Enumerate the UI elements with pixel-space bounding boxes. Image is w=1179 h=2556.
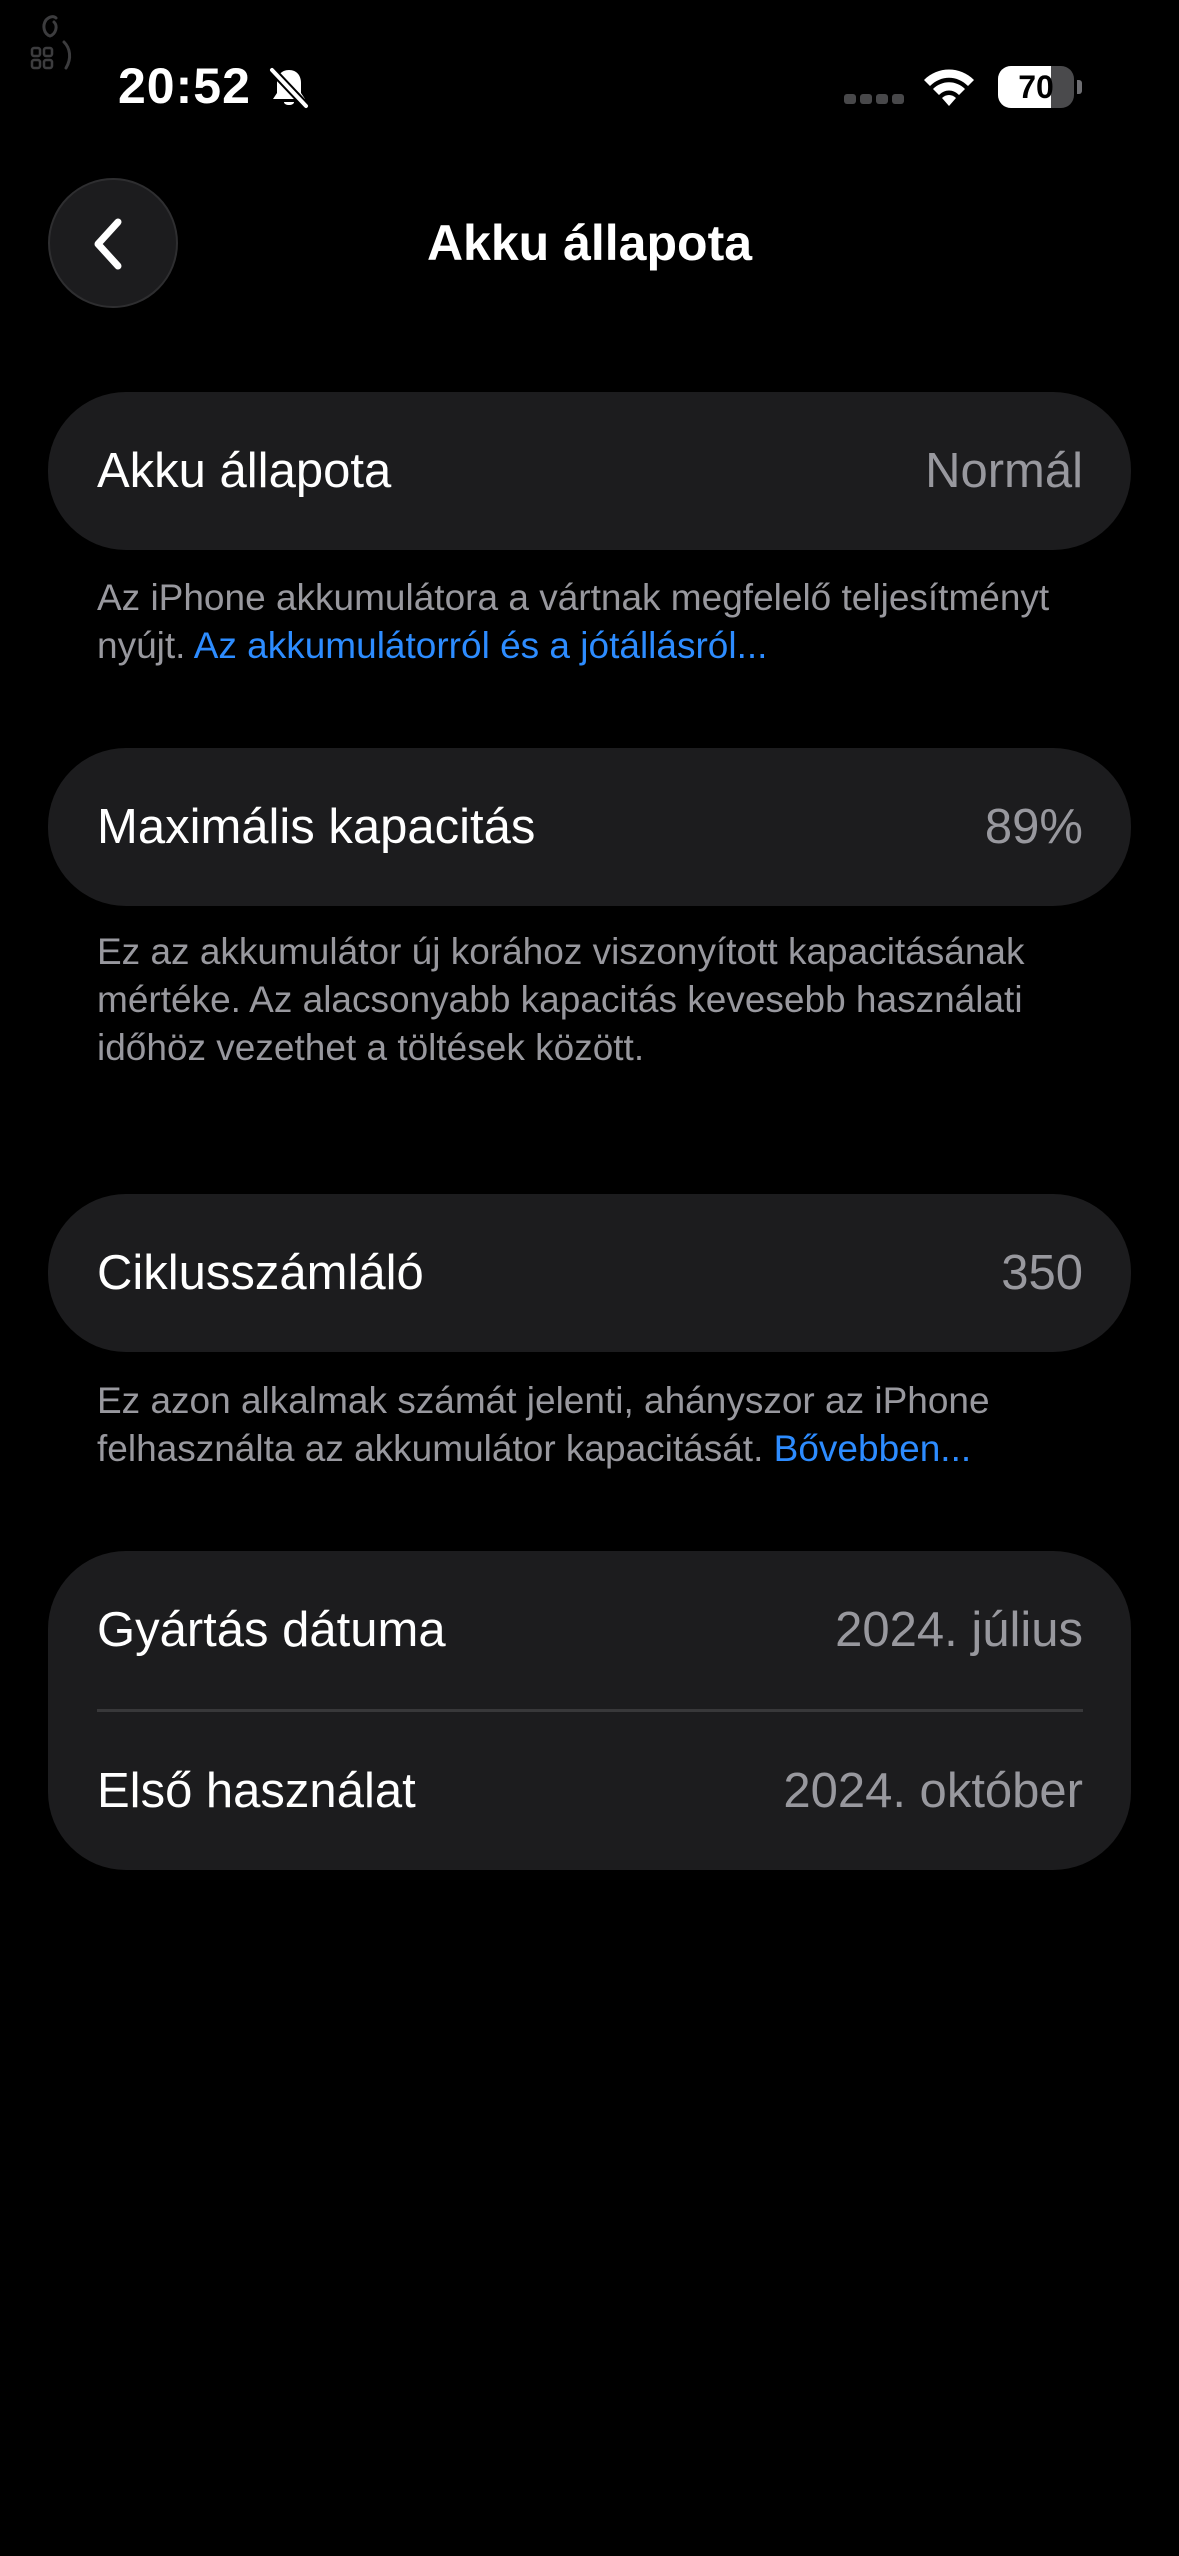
battery-icon: 70	[998, 66, 1082, 108]
first-use-value: 2024. október	[783, 1764, 1083, 1818]
battery-health-card[interactable]: Akku állapota Normál	[48, 392, 1131, 550]
first-use-label: Első használat	[97, 1764, 416, 1818]
first-use-row: Első használat 2024. október	[48, 1712, 1131, 1870]
wifi-icon	[924, 69, 974, 106]
battery-cap	[1077, 80, 1082, 94]
max-capacity-label: Maximális kapacitás	[97, 800, 536, 854]
status-time: 20:52	[118, 58, 251, 114]
battery-warranty-link[interactable]: Az akkumulátorról és a jótállásról...	[194, 625, 768, 666]
battery-health-row[interactable]: Akku állapota Normál	[48, 392, 1131, 550]
max-capacity-card: Maximális kapacitás 89%	[48, 748, 1131, 906]
battery-health-description: Az iPhone akkumulátora a vártnak megfele…	[97, 574, 1107, 670]
max-capacity-value: 89%	[984, 800, 1083, 854]
max-capacity-description: Ez az akkumulátor új korához viszonyítot…	[97, 928, 1107, 1072]
battery-body: 70	[998, 66, 1074, 108]
learn-more-link[interactable]: Bővebben...	[774, 1428, 971, 1469]
dates-card: Gyártás dátuma 2024. július Első használ…	[48, 1551, 1131, 1870]
cycle-count-description: Ez azon alkalmak számát jelenti, ahánysz…	[97, 1377, 1107, 1473]
manufacture-date-value: 2024. július	[835, 1603, 1083, 1657]
max-capacity-row: Maximális kapacitás 89%	[48, 748, 1131, 906]
battery-health-value: Normál	[925, 444, 1083, 498]
bell-slash-icon	[268, 66, 310, 110]
page-title: Akku állapota	[426, 215, 753, 271]
manufacture-date-row: Gyártás dátuma 2024. július	[48, 1551, 1131, 1709]
cycle-count-row: Ciklusszámláló 350	[48, 1194, 1131, 1352]
cycle-count-value: 350	[1001, 1246, 1083, 1300]
battery-level: 70	[1018, 69, 1054, 105]
status-bar: 20:52 70	[0, 0, 1179, 160]
cellular-signal-icon	[844, 94, 904, 104]
max-capacity-description-text: Ez az akkumulátor új korához viszonyítot…	[97, 931, 1025, 1068]
apple-logo-icon	[30, 15, 72, 70]
manufacture-date-label: Gyártás dátuma	[97, 1603, 446, 1657]
battery-health-label: Akku állapota	[97, 444, 392, 498]
cycle-count-card: Ciklusszámláló 350	[48, 1194, 1131, 1352]
nav-bar: Akku állapota	[0, 160, 1179, 330]
cycle-count-label: Ciklusszámláló	[97, 1246, 424, 1300]
